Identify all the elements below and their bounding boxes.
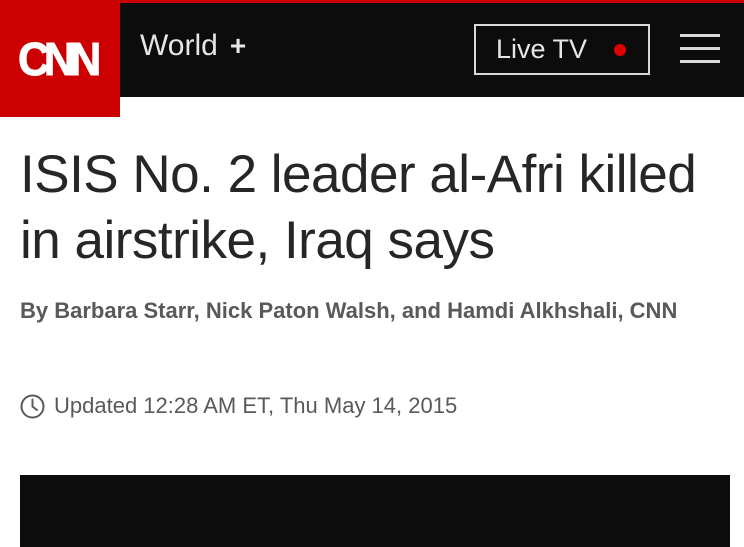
- menu-bar-bottom: [680, 60, 720, 63]
- logo-text: CNN: [18, 32, 102, 85]
- live-tv-label: Live TV: [496, 34, 588, 64]
- article-page: World + Live TV CNN ISIS No. 2 leader al…: [0, 0, 744, 547]
- article-headline: ISIS No. 2 leader al-Afri killed in airs…: [20, 145, 697, 270]
- section-label[interactable]: World: [140, 28, 218, 64]
- menu-bar-top: [680, 34, 720, 37]
- video-player[interactable]: [20, 475, 730, 547]
- timestamp-text: Updated 12:28 AM ET, Thu May 14, 2015: [54, 393, 458, 418]
- section-expand-button[interactable]: +: [230, 28, 246, 64]
- clock-icon: [20, 394, 45, 419]
- section-nav-world[interactable]: World +: [140, 28, 246, 64]
- article-byline: By Barbara Starr, Nick Paton Walsh, and …: [20, 298, 678, 323]
- live-tv-button[interactable]: Live TV: [474, 24, 650, 75]
- menu-bar-middle: [680, 47, 720, 50]
- article-timestamp: Updated 12:28 AM ET, Thu May 14, 2015: [20, 392, 457, 420]
- live-indicator-icon: [614, 44, 626, 56]
- hamburger-menu-icon[interactable]: [680, 34, 720, 64]
- cnn-logo[interactable]: CNN: [0, 0, 120, 117]
